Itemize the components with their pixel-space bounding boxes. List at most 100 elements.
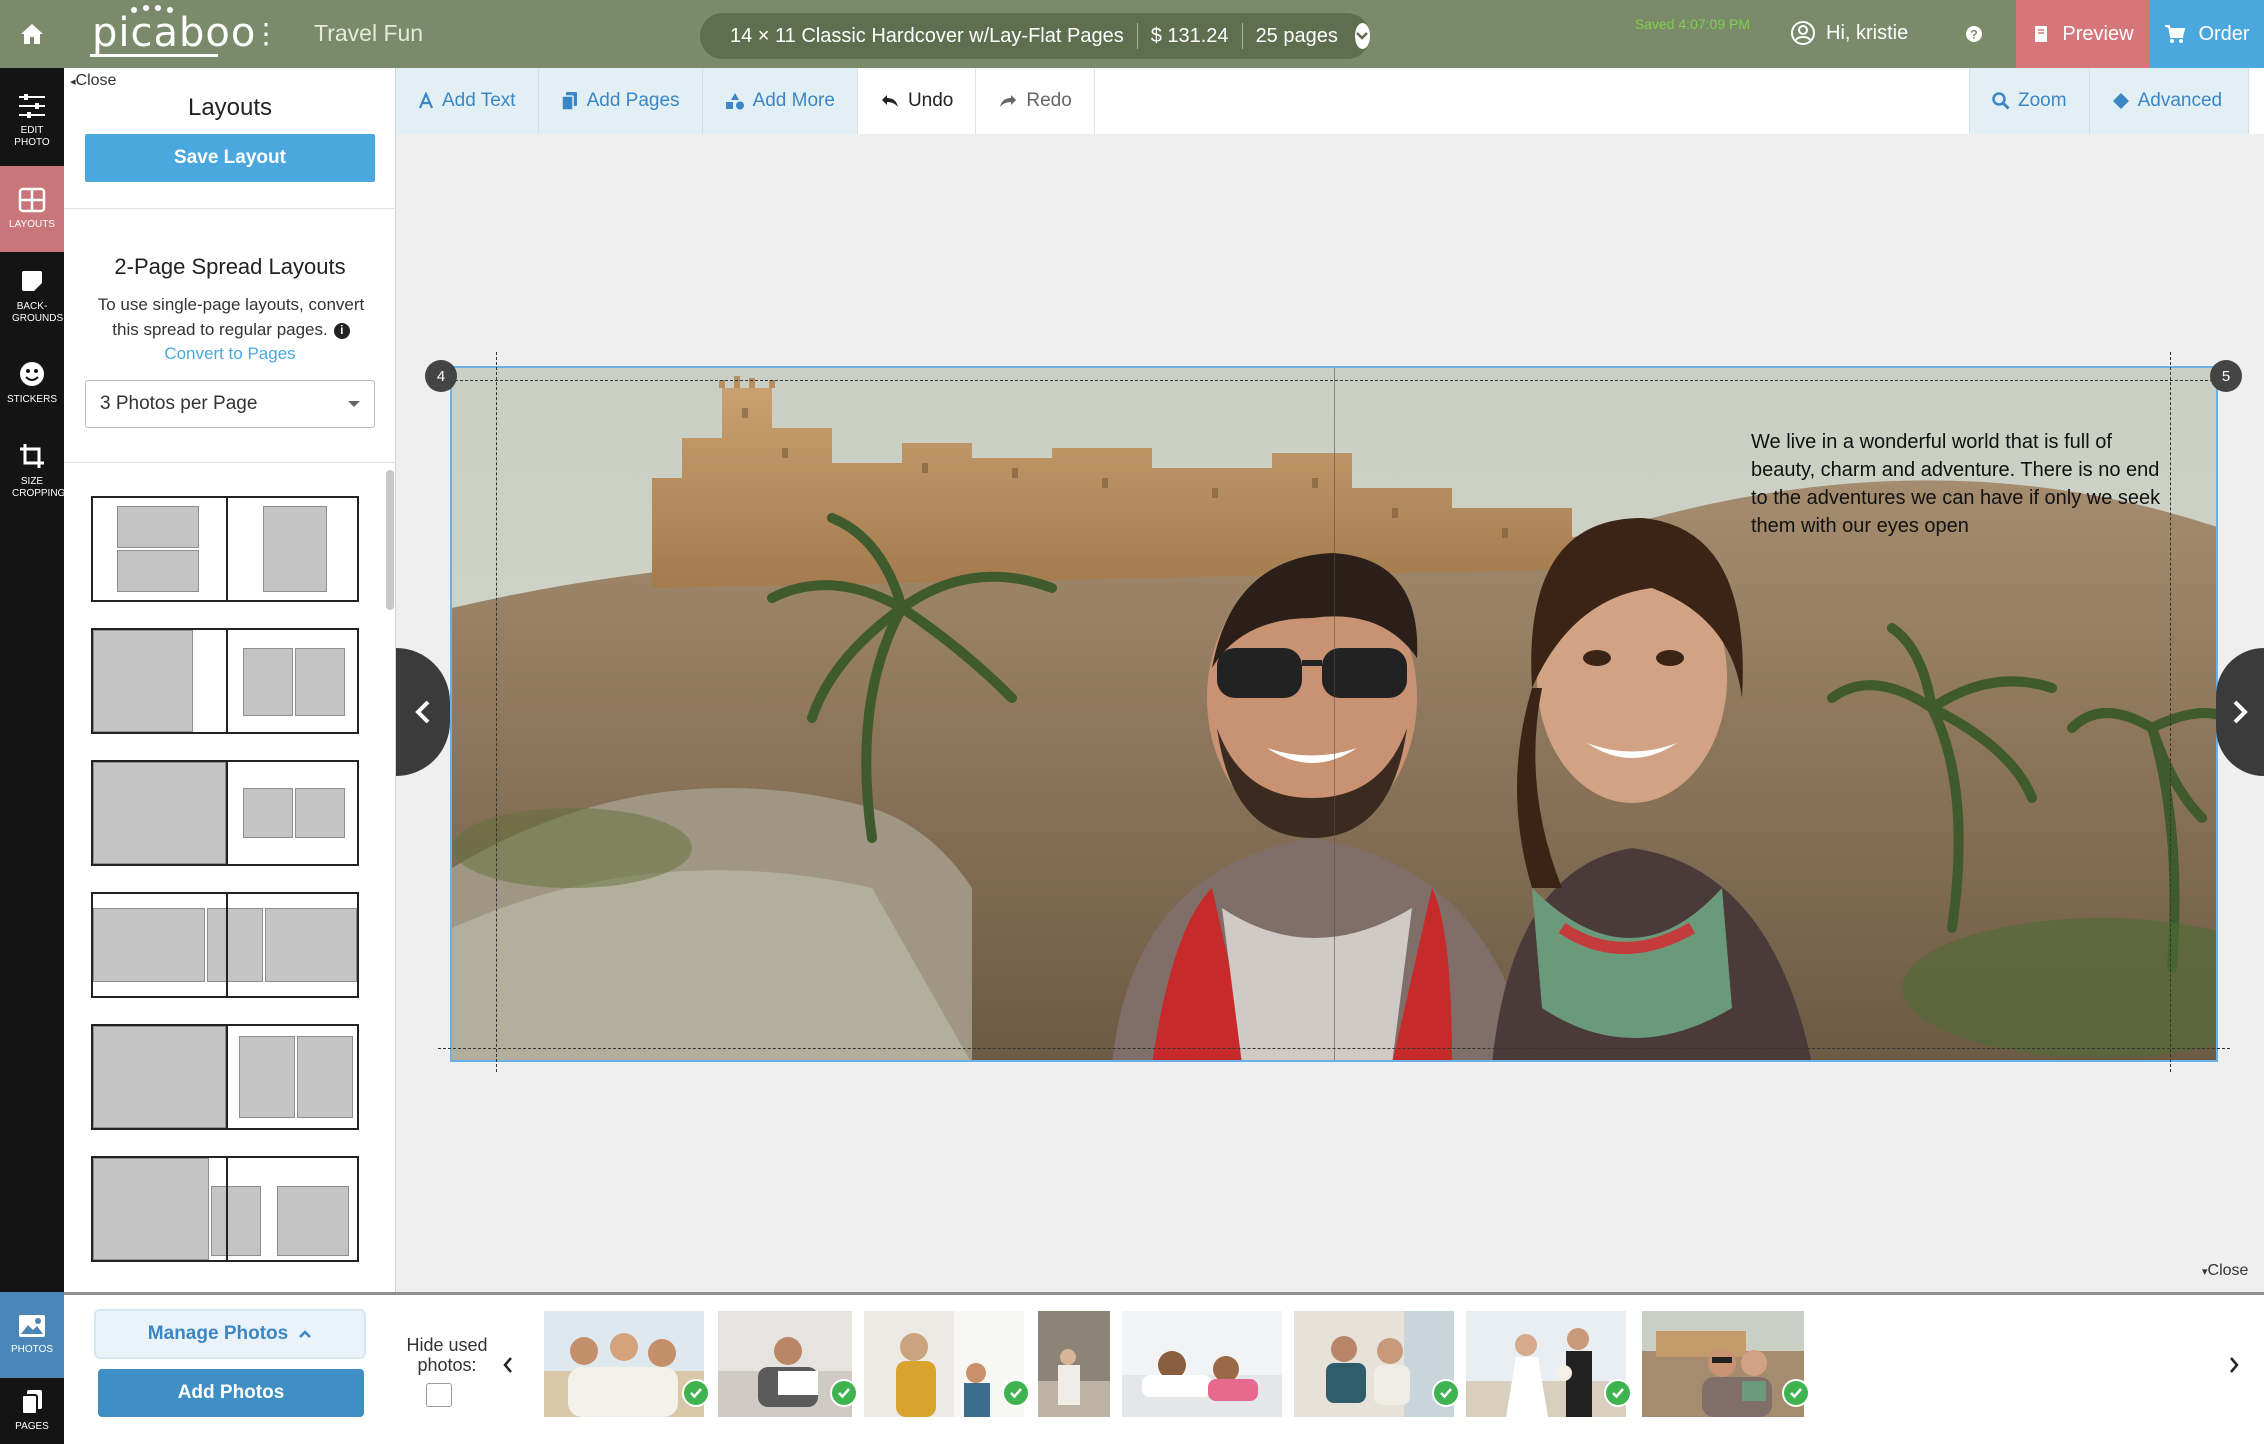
order-label: Order [2198, 22, 2250, 45]
picaboo-logo[interactable]: picaboo [92, 10, 256, 58]
text-icon [418, 92, 434, 109]
chevron-left-icon [415, 700, 430, 724]
undo-label: Undo [907, 90, 954, 111]
layout-option[interactable] [91, 628, 359, 734]
tray-rail: PHOTOS PAGES [0, 1292, 74, 1444]
tray-next-button[interactable] [2224, 1345, 2244, 1385]
photos-per-page-select[interactable]: 3 Photos per Page [85, 380, 375, 428]
rail-label: STICKERS [6, 394, 57, 405]
top-bar: picaboo ⋮ Travel Fun 14 × 11 Classic Har… [0, 0, 2264, 68]
bleed-guide [438, 1048, 2230, 1049]
shapes-icon [725, 93, 744, 110]
add-text-button[interactable]: Add Text [396, 68, 539, 134]
zoom-button[interactable]: Zoom [1969, 68, 2090, 134]
rail-size-cropping[interactable]: SIZE CROPPING [0, 428, 65, 514]
advanced-label: Advanced [2137, 90, 2223, 111]
image-icon [19, 1315, 45, 1337]
redo-button[interactable]: Redo [976, 68, 1095, 134]
preview-button[interactable]: Preview [2016, 0, 2150, 68]
photo-thumbnail[interactable] [1466, 1311, 1626, 1417]
spread-gutter [226, 1158, 228, 1260]
photo-slot [93, 630, 193, 732]
spread-text-box[interactable]: We live in a wonderful world that is ful… [1751, 428, 2171, 540]
book-icon [2035, 26, 2048, 42]
toolbar-left-group: Add Text Add Pages Add More Undo Redo [396, 68, 1095, 134]
redo-icon [1000, 95, 1017, 107]
product-name: 14 × 11 Classic Hardcover w/Lay-Flat Pag… [700, 23, 1138, 49]
spread-gutter [226, 498, 228, 600]
rail-label: PHOTOS [10, 1344, 54, 1355]
chevron-down-icon[interactable] [1354, 23, 1370, 49]
project-title[interactable]: Travel Fun [314, 20, 423, 47]
spread-gutter [226, 894, 228, 996]
panel-scrollbar[interactable] [386, 470, 394, 610]
rail-backgrounds[interactable]: BACK-GROUNDS [0, 254, 64, 340]
save-layout-button[interactable]: Save Layout [85, 134, 375, 182]
photo-thumbnail[interactable] [1294, 1311, 1454, 1417]
more-menu-icon[interactable]: ⋮ [252, 18, 280, 50]
panel-close-link[interactable]: ◂Close [70, 72, 116, 90]
layouts-panel: ◂Close Layouts Save Layout 2-Page Spread… [64, 68, 396, 1292]
rail-photos[interactable]: PHOTOS [0, 1292, 74, 1378]
tray-prev-button[interactable] [498, 1345, 518, 1385]
photo-slot [117, 506, 199, 548]
photo-slot [93, 1158, 209, 1260]
undo-button[interactable]: Undo [857, 68, 977, 134]
tool-rail: EDIT PHOTO LAYOUTS BACK-GROUNDS STICKERS… [0, 68, 74, 1444]
caret-down-icon [348, 401, 360, 407]
product-selector[interactable]: 14 × 11 Classic Hardcover w/Lay-Flat Pag… [700, 13, 1370, 59]
add-pages-button[interactable]: Add Pages [538, 68, 703, 134]
divider [64, 208, 396, 209]
preview-label: Preview [2062, 22, 2134, 45]
hide-used-checkbox[interactable] [426, 1383, 452, 1407]
layout-option[interactable] [91, 1024, 359, 1130]
svg-text:?: ? [1970, 28, 1977, 42]
photo-slot [93, 1026, 226, 1128]
convert-to-pages-link[interactable]: Convert to Pages [64, 344, 396, 364]
user-menu[interactable]: Hi, kristie [1790, 20, 1908, 46]
photo-thumbnail[interactable] [1038, 1311, 1110, 1417]
zoom-label: Zoom [2018, 90, 2067, 111]
layout-option[interactable] [91, 1156, 359, 1262]
spread-layouts-title: 2-Page Spread Layouts [114, 254, 346, 279]
order-button[interactable]: Order [2150, 0, 2264, 68]
add-pages-label: Add Pages [586, 90, 680, 111]
manage-photos-button[interactable]: Manage Photos [94, 1309, 366, 1359]
chevron-up-icon [299, 1330, 312, 1338]
add-more-button[interactable]: Add More [702, 68, 858, 134]
spread-layouts-description: To use single-page layouts, convert this… [86, 292, 376, 342]
chevron-right-icon [2233, 700, 2248, 724]
photo-thumbnail[interactable] [544, 1311, 704, 1417]
rail-edit-photo[interactable]: EDIT PHOTO [0, 78, 64, 164]
layout-option[interactable] [91, 496, 359, 602]
photo-slot [239, 1036, 295, 1118]
rail-pages[interactable]: PAGES [0, 1378, 64, 1444]
rail-layouts[interactable]: LAYOUTS [0, 166, 74, 252]
layout-option[interactable] [91, 760, 359, 866]
add-photos-button[interactable]: Add Photos [98, 1369, 364, 1417]
layout-option[interactable] [91, 892, 359, 998]
user-icon [1791, 21, 1815, 45]
info-icon[interactable]: i [333, 322, 350, 339]
page-number-badge: 4 [425, 360, 457, 392]
close-label: Close [2207, 1262, 2249, 1279]
photo-slot [295, 788, 345, 838]
manage-photos-label: Manage Photos [147, 1323, 289, 1344]
photo-slot [295, 648, 345, 716]
photo-thumbnail[interactable] [1642, 1311, 1804, 1417]
used-check-icon [830, 1379, 858, 1407]
rail-stickers[interactable]: STICKERS [0, 340, 64, 426]
help-icon[interactable]: ? [1960, 20, 1988, 48]
used-check-icon [1604, 1379, 1632, 1407]
select-value: 3 Photos per Page [100, 393, 258, 414]
advanced-button[interactable]: Advanced [2089, 68, 2250, 134]
bleed-guide [450, 380, 2218, 381]
tray-close-link[interactable]: ▾Close [2202, 1262, 2248, 1280]
rail-label: LAYOUTS [9, 219, 55, 230]
photo-thumbnail[interactable] [1122, 1311, 1282, 1417]
home-button[interactable] [0, 0, 64, 68]
photo-thumbnail[interactable] [864, 1311, 1024, 1417]
bleed-guide [496, 352, 497, 1072]
spread-gutter [226, 630, 228, 732]
zoom-icon [1992, 92, 2010, 110]
